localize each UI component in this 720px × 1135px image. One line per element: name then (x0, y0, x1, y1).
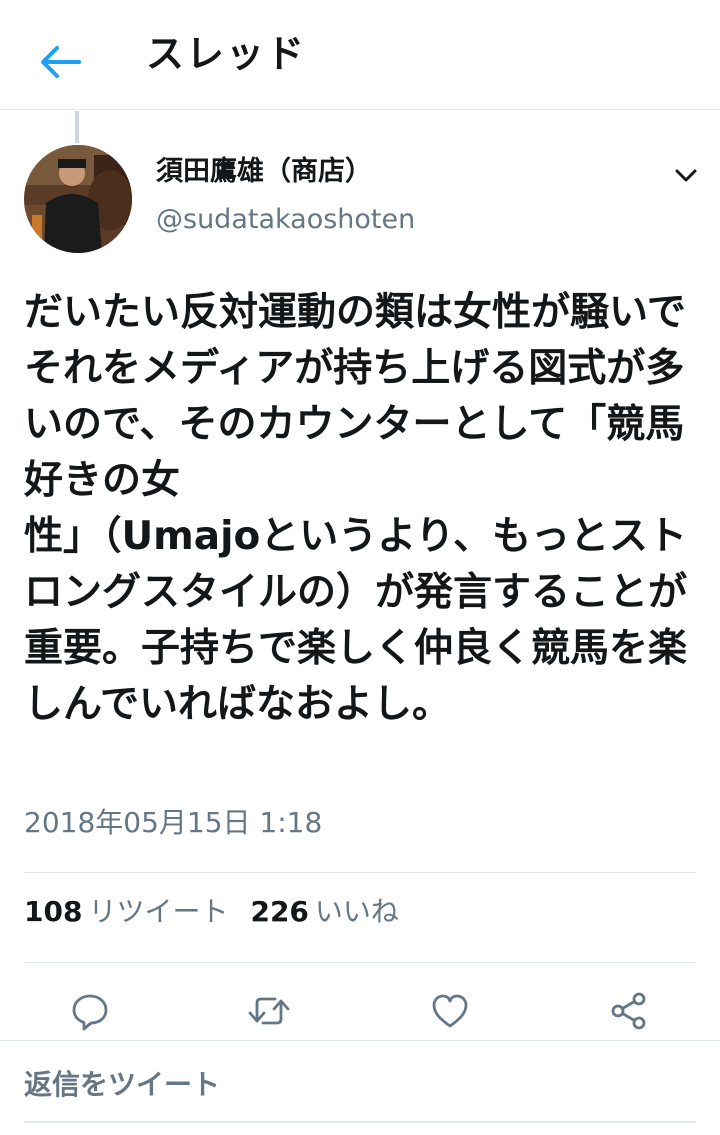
like-count: 226 (250, 895, 309, 928)
heart-icon (432, 994, 468, 1028)
share-button[interactable] (606, 988, 652, 1034)
reply-bar: 返信をツイート (0, 1040, 720, 1135)
avatar-photo-icon (24, 145, 132, 253)
tweet-stats: 108 リツイート 226 いいね (24, 892, 399, 932)
like-stat[interactable]: 226 いいね (250, 892, 398, 932)
like-label: いいね (314, 895, 399, 928)
share-icon (611, 992, 646, 1030)
avatar[interactable] (24, 145, 132, 253)
arrow-left-icon (41, 46, 81, 78)
comment-icon (72, 994, 108, 1031)
page-title: スレッド (146, 32, 307, 76)
reply-input-underline (24, 1121, 696, 1123)
author-handle[interactable]: @sudatakaoshoten (156, 200, 415, 240)
divider (24, 962, 696, 963)
retweet-icon (248, 997, 290, 1025)
back-button[interactable] (34, 38, 86, 86)
retweet-stat[interactable]: 108 リツイート (24, 892, 228, 932)
tweet-timestamp[interactable]: 2018年05月15日 1:18 (24, 803, 322, 843)
reply-button[interactable] (67, 988, 113, 1034)
like-button[interactable] (427, 988, 473, 1034)
divider (24, 872, 696, 873)
chevron-down-icon (675, 169, 697, 182)
retweet-count: 108 (24, 895, 83, 928)
header: スレッド (0, 0, 720, 110)
more-options-button[interactable] (668, 160, 704, 192)
action-bar (0, 988, 720, 1034)
author-name[interactable]: 須田鷹雄（商店） (156, 152, 372, 192)
thread-connector-line (75, 111, 79, 143)
tweet-text: だいたい反対運動の類は女性が騒いでそれをメディアが持ち上げる図式が多いので、その… (24, 290, 688, 727)
retweet-button[interactable] (246, 988, 292, 1034)
reply-input[interactable]: 返信をツイート (24, 1065, 220, 1105)
retweet-label: リツイート (88, 895, 229, 928)
